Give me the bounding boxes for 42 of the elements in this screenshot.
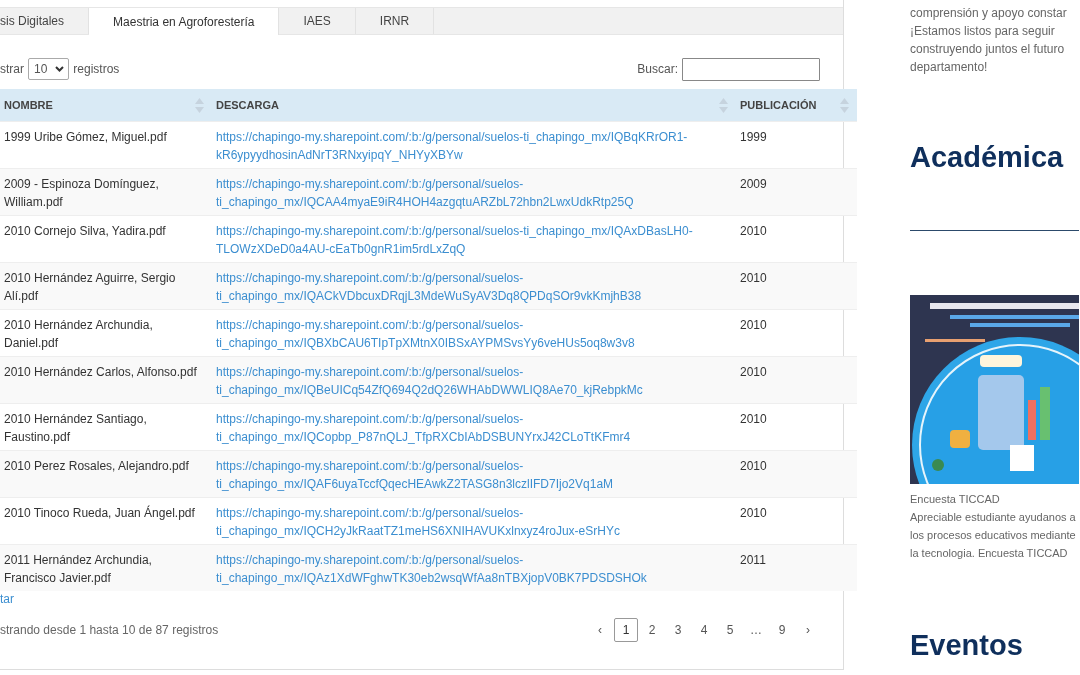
page-button[interactable]: 9 [770,618,794,642]
download-link[interactable]: https://chapingo-my.sharepoint.com/:b:/g/personal/suelos-ti_chapingo_mx/IQAxDBasLH0-TLOWzXDeD0a4AU-cEaTb0gnR1im5rdLxZqQ [216,222,728,258]
file-name-cell: 2010 Hernández Carlos, Alfonso.pdf [0,356,212,404]
section-heading: Eventos [910,628,1024,662]
page-button[interactable]: 2 [640,618,664,642]
previous-page-button[interactable]: ‹ [588,618,612,642]
page-button[interactable]: … [744,618,768,642]
section-heading: Académica [910,140,1065,174]
year-cell: 2010 [736,450,857,498]
export-link[interactable]: tar [0,592,820,610]
chevron-down-icon [55,66,65,72]
records-info: strando desde 1 hasta 10 de 87 registros [0,623,219,637]
intro-paragraph: comprensión y apoyo constar ¡Estamos listos para seguir construyendo juntos el futuro departamento! [910,5,1068,76]
page-button[interactable]: 3 [666,618,690,642]
search-label: Buscar: [637,62,678,76]
caption-text: Apreciable estudiante ayudanos a los procesos educativos mediante la tecnologia. Encuesta TICCAD [910,510,1077,561]
page-button[interactable]: 1 [614,618,638,642]
year-cell: 2010 [736,262,857,310]
search-field[interactable] [682,57,820,81]
download-link[interactable]: https://chapingo-my.sharepoint.com/:b:/g/personal/suelos-ti_chapingo_mx/IQCopbp_P87nQLJ_TfpRXCbIAbDSBUNYrxJ42CLoTtKFmr4 [216,410,728,446]
file-name-cell: 2009 - Espinoza Domínguez, William.pdf [0,168,212,216]
column-header[interactable]: DESCARGA [212,89,736,122]
page-size-select[interactable]: 10 [28,58,70,80]
download-link[interactable]: https://chapingo-my.sharepoint.com/:b:/g/personal/suelos-ti_chapingo_mx/IQBqKRrOR1-kR6ypyydhosinAdNrT3RNxyipqY_NHYyXBYw [216,128,728,164]
page-button[interactable]: 5 [718,618,742,642]
column-header[interactable]: PUBLICACIÓN [736,89,857,122]
file-name-cell: 2010 Perez Rosales, Alejandro.pdf [0,450,212,498]
year-cell: 2009 [736,168,857,216]
tab[interactable]: sis Digitales [0,8,90,34]
download-link[interactable]: https://chapingo-my.sharepoint.com/:b:/g/personal/suelos-ti_chapingo_mx/IQCH2yJkRaatTZ1meHS6XNIHAVUKxlnxyz4roJux-eSrHYc [216,504,728,540]
caption-title: Encuesta TICCAD [910,492,1001,507]
tab[interactable]: Maestria en Agroforestería [89,8,280,35]
download-link[interactable]: https://chapingo-my.sharepoint.com/:b:/g/personal/suelos-ti_chapingo_mx/IQBXbCAU6TIpTpXMtnX0IBSxAYPMSvsYy6veHUs5oq8w3v8 [216,316,728,352]
file-name-cell: 2010 Hernández Aguirre, Sergio Alí.pdf [0,262,212,310]
records-label: registros [73,62,120,76]
year-cell: 2011 [736,544,857,591]
file-name-cell: 2011 Hernández Archundia, Francisco Javier.pdf [0,544,212,591]
next-page-button[interactable]: › [796,618,820,642]
page-button[interactable]: 4 [692,618,716,642]
year-cell: 2010 [736,356,857,404]
show-label: strar [0,62,24,76]
column-header[interactable]: NOMBRE [0,89,212,122]
